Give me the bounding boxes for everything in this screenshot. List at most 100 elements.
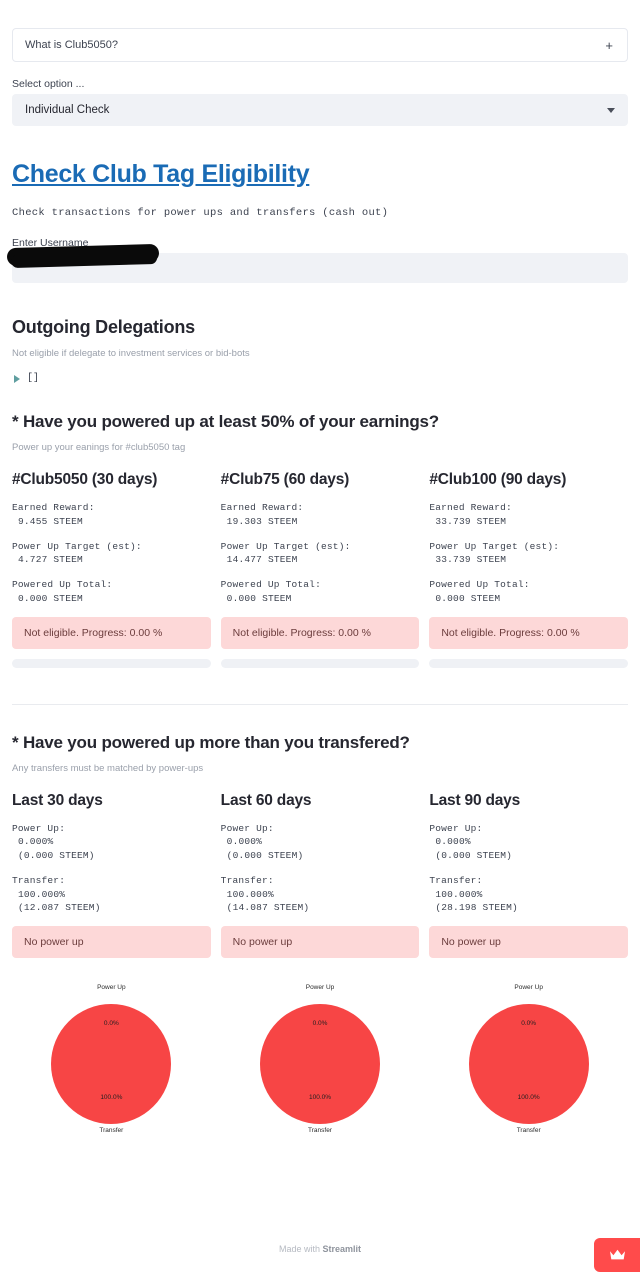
- period-column-title: Last 30 days: [12, 791, 103, 809]
- transfer-amount: (14.087 STEEM): [226, 902, 310, 914]
- footer: Made with Streamlit: [12, 1244, 628, 1272]
- manage-app-button[interactable]: [594, 1238, 640, 1273]
- progress-bar: [220, 658, 420, 668]
- earned-reward-value: 33.739 STEEM: [435, 515, 507, 527]
- earned-reward-value: 19.303 STEEM: [226, 515, 298, 527]
- pie-chart-60-days: Power Up 0.0% 100.0% Transfer: [221, 976, 420, 1156]
- earned-reward-label: Earned Reward:: [429, 502, 512, 513]
- no-power-up-alert: No power up: [12, 926, 211, 959]
- select-value: Individual Check: [25, 104, 110, 116]
- pie-label-power-up: Power Up: [514, 984, 543, 992]
- powered-up-total-value: 0.000 STEEM: [18, 592, 83, 604]
- pie-label-transfer: Transfer: [516, 1127, 541, 1135]
- section-divider: [12, 703, 628, 705]
- power-up-pct: 0.000%: [18, 836, 54, 848]
- pie-value-power-up: 0.0%: [521, 1020, 537, 1028]
- power-up-stat: Power Up: 0.000% (0.000 STEEM): [12, 822, 211, 863]
- pie-label-transfer: Transfer: [308, 1127, 332, 1135]
- powered-up-total-stat: Powered Up Total: 0.000 STEEM: [221, 578, 420, 606]
- power-up-label: Power Up:: [220, 822, 274, 834]
- power-up-target-label: Power Up Target (est):: [429, 540, 560, 552]
- redaction-mark: [6, 243, 160, 267]
- period-column-title: Last 60 days: [220, 791, 312, 809]
- no-power-up-alert: No power up: [429, 926, 629, 959]
- no-power-up-alert: No power up: [220, 926, 420, 959]
- earned-reward-label: Earned Reward:: [12, 502, 95, 513]
- delegations-heading: Outgoing Delegations: [12, 317, 195, 337]
- power-up-label: Power Up:: [12, 822, 66, 834]
- pie-label-power-up: Power Up: [305, 984, 335, 992]
- pie-label-power-up: Power Up: [97, 984, 126, 992]
- transfer-stat: Transfer: 100.000% (12.087 STEEM): [12, 874, 211, 915]
- earned-reward-value: 9.455 STEEM: [18, 515, 83, 527]
- power-up-target-stat: Power Up Target (est): 33.739 STEEM: [429, 540, 628, 568]
- earned-reward-stat: Earned Reward: 33.739 STEEM: [429, 501, 628, 529]
- transfer-label: Transfer:: [220, 874, 274, 886]
- pie-value-transfer: 100.0%: [308, 1094, 332, 1102]
- power-up-label: Power Up:: [429, 822, 483, 834]
- powered-up-total-value: 0.000 STEEM: [226, 592, 292, 604]
- footer-brand: Streamlit: [322, 1244, 362, 1255]
- plus-icon[interactable]: +: [605, 39, 613, 52]
- power-up-amount: (0.000 STEEM): [226, 850, 304, 862]
- power-up-target-value: 4.727 STEEM: [18, 554, 83, 566]
- period-column-title: Last 90 days: [429, 791, 520, 809]
- powered-up-total-label: Powered Up Total:: [429, 579, 530, 591]
- period-column: Last 30 days Power Up: 0.000% (0.000 STE…: [12, 792, 211, 959]
- transfer-amount: (28.198 STEEM): [435, 902, 518, 914]
- powered-up-total-value: 0.000 STEEM: [435, 592, 501, 604]
- app-page: What is Club5050? + Select option ... In…: [0, 28, 640, 1273]
- crown-icon: [609, 1249, 625, 1260]
- transfer-pct: 100.000%: [226, 888, 274, 900]
- transfer-label: Transfer:: [12, 874, 66, 886]
- pie-chart-30-days: Power Up 0.0% 100.0% Transfer: [12, 976, 211, 1156]
- period-column: Last 60 days Power Up: 0.000% (0.000 STE…: [220, 791, 420, 959]
- power-up-stat: Power Up: 0.000% (0.000 STEEM): [221, 822, 420, 863]
- delegations-json-value: []: [27, 373, 40, 384]
- period-columns: Last 30 days Power Up: 0.000% (0.000 STE…: [12, 791, 629, 959]
- page-title: Check Club Tag Eligibility: [12, 160, 310, 188]
- chevron-down-icon[interactable]: [607, 107, 615, 113]
- power-up-pct: 0.000%: [226, 836, 263, 848]
- option-select[interactable]: Individual Check: [12, 94, 628, 126]
- earned-reward-stat: Earned Reward: 9.455 STEEM: [12, 501, 211, 529]
- power-up-target-value: 33.739 STEEM: [435, 554, 507, 566]
- footer-made-with: Made with: [278, 1244, 323, 1255]
- select-caption: Select option ...: [12, 78, 85, 90]
- earned-reward-label: Earned Reward:: [220, 502, 304, 513]
- transfer-pct: 100.000%: [18, 888, 66, 900]
- power-up-target-stat: Power Up Target (est): 4.727 STEEM: [12, 540, 211, 568]
- powered-up-total-stat: Powered Up Total: 0.000 STEEM: [12, 578, 211, 606]
- delegations-note: Not eligible if delegate to investment s…: [12, 348, 250, 359]
- progress-bar: [429, 658, 629, 668]
- page-subtitle: Check transactions for power ups and tra…: [12, 207, 389, 219]
- power-up-stat: Power Up: 0.000% (0.000 STEEM): [429, 822, 628, 863]
- pie-chart-row: Power Up 0.0% 100.0% Transfer Power Up 0…: [12, 976, 628, 1156]
- username-input[interactable]: [6, 243, 628, 283]
- club-column: #Club5050 (30 days) Earned Reward: 9.455…: [12, 471, 211, 668]
- pie-value-power-up: 0.0%: [103, 1020, 119, 1028]
- progress-bar: [12, 658, 211, 668]
- pie-value-power-up: 0.0%: [312, 1020, 328, 1028]
- transfer-label: Transfer:: [429, 874, 483, 886]
- transfer-stat: Transfer: 100.000% (28.198 STEEM): [429, 874, 628, 915]
- period-column: Last 90 days Power Up: 0.000% (0.000 STE…: [429, 791, 629, 959]
- pie-chart-90-days: Power Up 0.0% 100.0% Transfer: [429, 976, 628, 1156]
- powered-up-total-label: Powered Up Total:: [220, 579, 321, 591]
- pie-label-transfer: Transfer: [99, 1127, 124, 1135]
- expander-what-is-club5050[interactable]: What is Club5050? +: [12, 28, 628, 62]
- chevron-right-icon[interactable]: [14, 374, 20, 383]
- question-two-heading: * Have you powered up more than you tran…: [12, 732, 410, 752]
- club-columns: #Club5050 (30 days) Earned Reward: 9.455…: [12, 471, 629, 668]
- pie-value-transfer: 100.0%: [517, 1094, 540, 1102]
- question-one-heading: * Have you powered up at least 50% of yo…: [12, 412, 439, 431]
- power-up-target-value: 14.477 STEEM: [226, 554, 298, 566]
- club-column-title: #Club75 (60 days): [220, 471, 350, 488]
- eligibility-alert: Not eligible. Progress: 0.00 %: [220, 616, 420, 649]
- power-up-target-stat: Power Up Target (est): 14.477 STEEM: [221, 540, 420, 568]
- delegations-json-expander[interactable]: []: [12, 373, 628, 384]
- eligibility-alert: Not eligible. Progress: 0.00 %: [429, 616, 629, 649]
- club-column-title: #Club5050 (30 days): [12, 471, 158, 488]
- club-column: #Club75 (60 days) Earned Reward: 19.303 …: [220, 471, 420, 668]
- question-one-note: Power up your eanings for #club5050 tag: [12, 442, 186, 453]
